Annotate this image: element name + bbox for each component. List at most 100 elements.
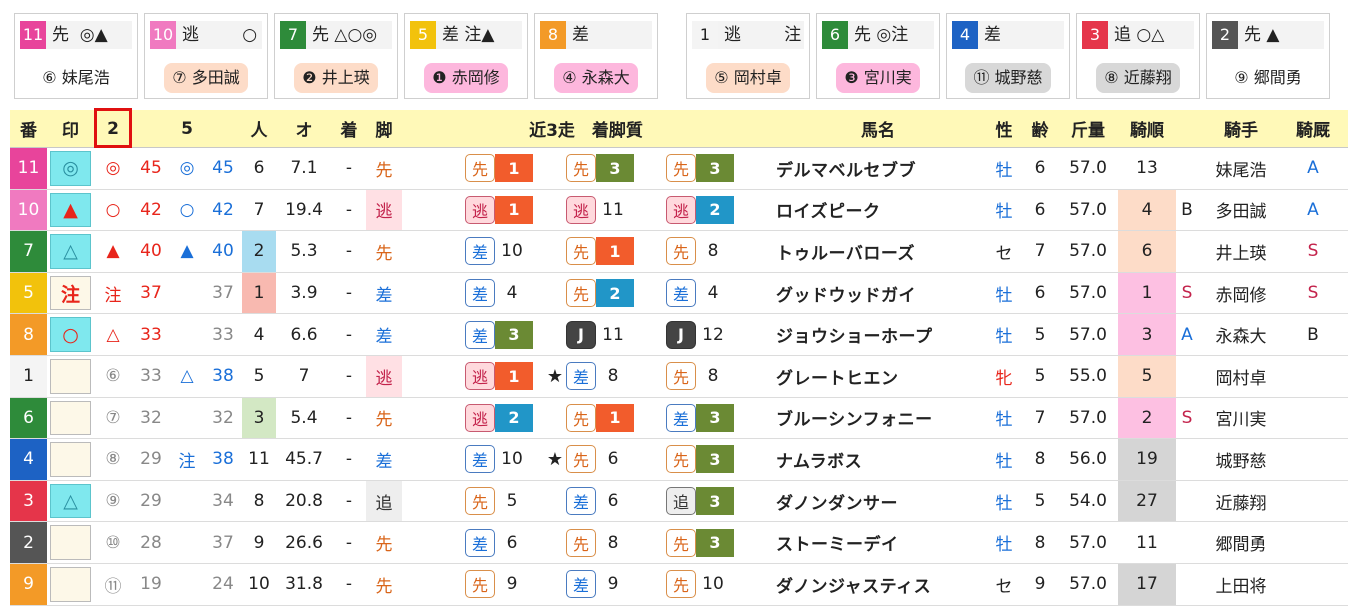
race-style-chip: 差	[465, 528, 495, 557]
horse-age: 6	[1034, 199, 1046, 220]
prediction-card[interactable]: 5差 注▲ ❶ 赤岡修	[404, 13, 528, 99]
prediction-card[interactable]: 8差 ④ 永森大	[534, 13, 658, 99]
header-style[interactable]: 脚	[366, 110, 402, 147]
table-row[interactable]: 2 ⑩ 28 37 9 26.6- 先差 6 先 8 先 3 ストーミーデイ牡 8 57.0 11 郷間勇	[10, 522, 1348, 564]
odds: 20.8	[285, 491, 323, 512]
prediction-card[interactable]: 7先 △○◎ ❷ 井上瑛	[274, 13, 398, 99]
prediction-card[interactable]: 4差 ⑪ 城野慈	[946, 13, 1070, 99]
race-rank: 8	[707, 241, 719, 262]
race-rank: 6	[607, 491, 619, 512]
prediction-card[interactable]: 11 先 ◎▲ ⑥ 妹尾浩	[14, 13, 138, 99]
header-finish[interactable]: 着	[332, 110, 366, 147]
card-jockey-label: ❸ 宮川実	[836, 63, 920, 93]
horse-sex: 牡	[995, 493, 1013, 514]
value-col2: 42	[140, 199, 162, 220]
header-horse-name[interactable]: 馬名	[770, 110, 986, 147]
card-marks: 先 ▲	[1238, 21, 1324, 49]
table-row[interactable]: 1 ⑥ 33 △ 38 5 7- 逃逃 1 ★ 差 8 先 8 グレートヒエン牝 5 55.0 5 岡村卓	[10, 356, 1348, 398]
header-jockey[interactable]: 騎手	[1198, 110, 1284, 147]
prediction-mark[interactable]	[50, 359, 91, 394]
card-jockey-label: ❶ 赤岡修	[424, 63, 508, 93]
jockey-stable-grade: S	[1307, 283, 1319, 304]
table-row[interactable]: 10 ▲ ○ 42 ○ 42 7 19.4- 逃逃 1 逃 11 逃 2 ロイズピーク牡 6 57.0 4 B 多田誠…	[10, 189, 1348, 232]
value-col5: 24	[212, 574, 234, 595]
horse-number: 11	[10, 148, 47, 189]
race-rank-badge: 1	[596, 403, 634, 432]
prediction-mark[interactable]: ◎	[50, 151, 91, 186]
header-age[interactable]: 齢	[1022, 110, 1058, 147]
card-jockey: ❸ 宮川実	[817, 63, 939, 93]
header-col5[interactable]: 5	[170, 110, 204, 147]
prediction-mark[interactable]: ○	[50, 317, 91, 352]
popularity: 6	[253, 158, 265, 179]
jockey-rank: 13	[1136, 158, 1158, 179]
running-style: 差	[366, 314, 402, 355]
table-row[interactable]: 11 ◎ ◎ 45 ◎ 45 6 7.1- 先先 1 先 3 先 3 デルマベルセブブ牡 6 57.0 13 妹尾浩…	[10, 148, 1348, 190]
prediction-mark[interactable]: 注	[50, 275, 91, 311]
recent-race: 先3	[666, 439, 766, 480]
race-style-chip: 先	[666, 362, 696, 391]
race-rank: 9	[607, 574, 619, 595]
race-rank-badge: 2	[596, 279, 634, 308]
table-row[interactable]: 3 △ ⑨ 29 34 8 20.8- 追先 5 差 6 追 3 ダノンダンサー牡 5 54.0 27 近藤翔	[10, 480, 1348, 523]
table-row[interactable]: 8 ○ △ 33 33 4 6.6- 差差 3 J 11 J 12 ジョウショーホープ牡 5 57.0 3 A 永森…	[10, 314, 1348, 356]
horse-number: 9	[10, 564, 47, 605]
race-style-chip: 先	[566, 237, 596, 266]
header-jockey-stable[interactable]: 騎厩	[1284, 110, 1342, 147]
prediction-card[interactable]: 2先 ▲ ⑨ 郷間勇	[1206, 13, 1330, 99]
race-rank-badge: 3	[696, 487, 734, 516]
horse-name: ダノンダンサー	[776, 493, 898, 514]
odds: 6.6	[290, 324, 318, 345]
table-row[interactable]: 6 ⑦ 32 32 3 5.4- 先逃 2 先 1 差 3 ブルーシンフォニー牡 7 57.0 2 S 宮川実	[10, 397, 1348, 440]
header-jockey-rank[interactable]: 騎順	[1118, 110, 1176, 147]
prediction-card[interactable]: 10 逃 ○ ⑦ 多田誠	[144, 13, 268, 99]
running-style: 差	[366, 272, 402, 314]
table-row[interactable]: 5 注注 37 37 1 3.9- 差差 4 先 2 差 4 グッドウッドガイ牡 6 57.0 1 S 赤岡修 S	[10, 272, 1348, 315]
card-horse-number: 11	[20, 21, 46, 49]
card-horse-number: 1	[692, 21, 718, 49]
jockey-rank-grade	[1176, 439, 1198, 480]
card-marks: 逃 ○	[176, 21, 262, 49]
prediction-mark[interactable]	[50, 525, 91, 560]
race-style-chip: 追	[666, 487, 696, 516]
prediction-card[interactable]: 6先 ◎注 ❸ 宮川実	[816, 13, 940, 99]
mark-col2: ⑪	[104, 576, 122, 597]
race-style-chip: J	[566, 320, 596, 349]
jockey-stable-grade	[1284, 439, 1342, 480]
race-style-chip: 先	[666, 445, 696, 474]
table-row[interactable]: 9 ⑪ 19 24 10 31.8- 先先 9 差 9 先 10 ダノンジャスティスセ 9 57.0 17 上田…	[10, 564, 1348, 606]
jockey-stable-grade: S	[1307, 241, 1319, 262]
value-col2: 29	[140, 449, 162, 470]
card-horse-number: 4	[952, 21, 978, 49]
card-jockey-label: ⑤ 岡村卓	[706, 63, 790, 93]
header-in[interactable]: 印	[47, 110, 94, 147]
prediction-mark[interactable]: ▲	[50, 192, 91, 228]
mark-col5	[170, 564, 204, 605]
running-style: 逃	[366, 189, 402, 231]
header-odds[interactable]: オ	[276, 110, 332, 147]
horse-name: ナムラボス	[776, 451, 863, 472]
race-style-chip: 先	[566, 403, 596, 432]
prediction-mark[interactable]: △	[50, 483, 91, 519]
race-style-chip: 先	[566, 528, 596, 557]
header-popularity[interactable]: 人	[242, 110, 276, 147]
header-ban[interactable]: 番	[10, 110, 47, 147]
table-row[interactable]: 7 △ ▲ 40 ▲ 40 2 5.3- 先差 10 先 1 先 8 トゥルーバローズセ 7 57.0 6 井上瑛 S	[10, 231, 1348, 273]
prediction-mark[interactable]: △	[50, 234, 91, 269]
table-row[interactable]: 4 ⑧ 29 注 38 11 45.7- 差差 10 ★ 先 6 先 3 ナムラボス牡 8 56.0 19 城野慈	[10, 439, 1348, 481]
header-sex[interactable]: 性	[986, 110, 1022, 147]
horse-age: 6	[1034, 158, 1046, 179]
popularity: 2	[242, 231, 276, 272]
running-style: 先	[366, 231, 402, 272]
jockey-name: 妹尾浩	[1215, 160, 1267, 181]
prediction-mark[interactable]	[50, 400, 91, 436]
prediction-mark[interactable]	[50, 567, 91, 602]
card-jockey: ④ 永森大	[535, 63, 657, 93]
value-col2: 19	[140, 574, 162, 595]
prediction-card[interactable]: 3追 ○△ ⑧ 近藤翔	[1076, 13, 1200, 99]
carried-weight: 56.0	[1069, 449, 1107, 470]
header-weight[interactable]: 斤量	[1058, 110, 1118, 147]
race-style-chip: 差	[666, 403, 696, 432]
prediction-mark[interactable]	[50, 442, 91, 477]
prediction-card[interactable]: 1逃 注 ⑤ 岡村卓	[686, 13, 810, 99]
